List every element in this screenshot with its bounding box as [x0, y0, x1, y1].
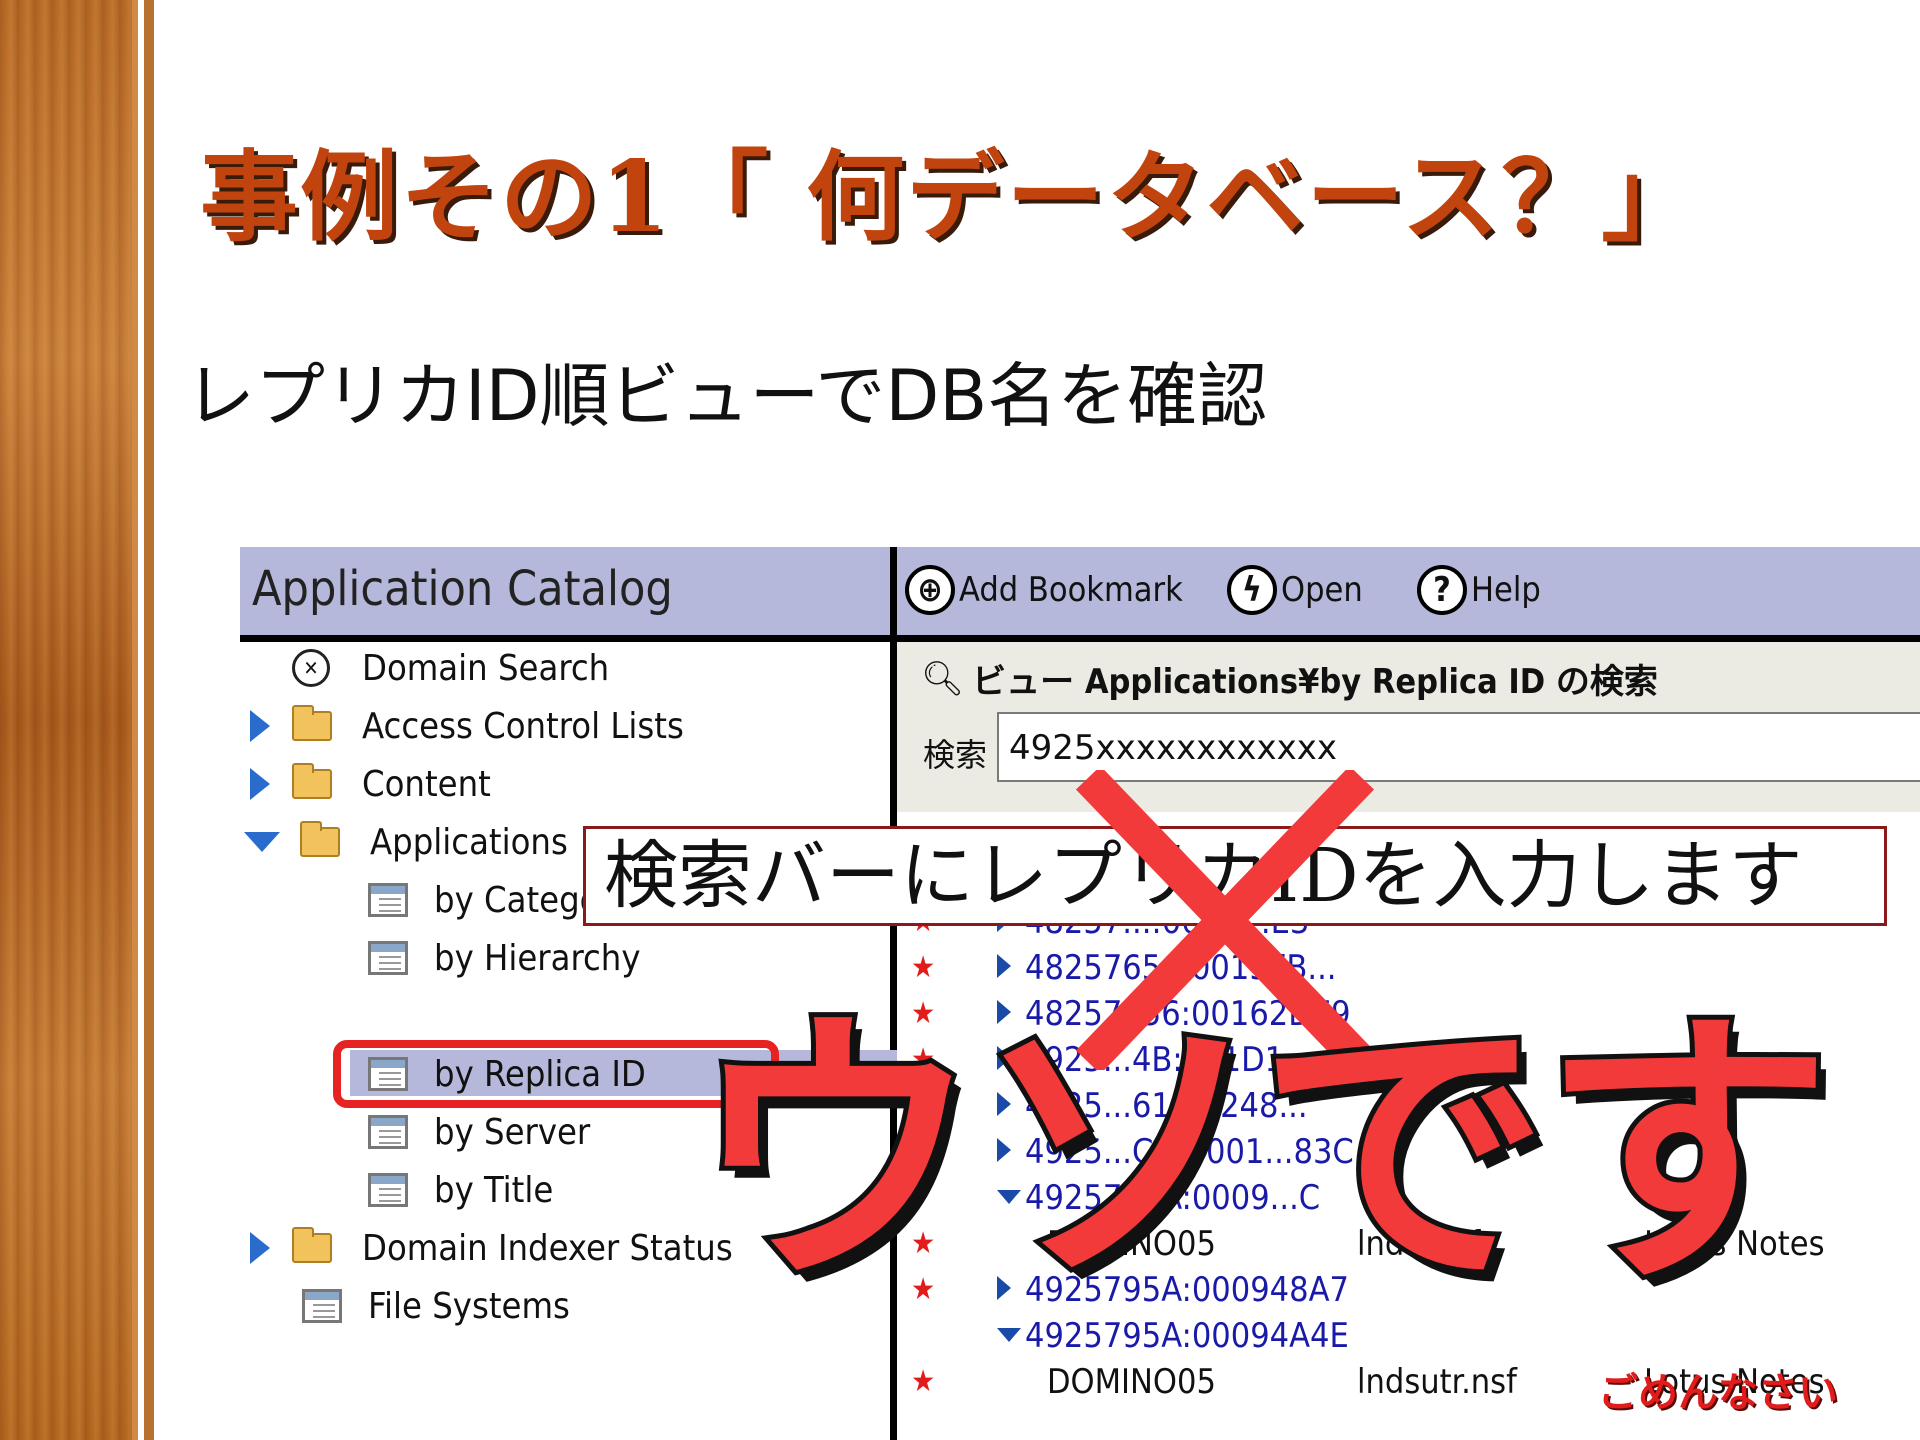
- help-button[interactable]: ? Help: [1417, 561, 1541, 619]
- wood-border: [0, 0, 132, 1440]
- help-label: Help: [1471, 570, 1541, 610]
- folder-icon: [292, 1227, 332, 1263]
- nav-item-domain-indexer-status[interactable]: Domain Indexer Status: [250, 1222, 733, 1274]
- slide-subtitle: レプリカID順ビューでDB名を確認: [185, 355, 1268, 437]
- lightning-icon: ϟ: [1227, 565, 1277, 615]
- search-label: 検索: [923, 736, 988, 774]
- file-name: lndsutr.nsf: [1357, 1362, 1517, 1402]
- view-icon: [368, 1115, 408, 1149]
- catalog-title: Application Catalog: [252, 561, 673, 617]
- server-name: DOMINO05: [1047, 1362, 1216, 1402]
- nav-item-file-systems[interactable]: File Systems: [302, 1280, 570, 1332]
- nav-item-label: by Server: [434, 1111, 591, 1153]
- view-icon: [368, 1173, 408, 1207]
- uso-desu-overlay: ウソです: [685, 986, 1837, 1323]
- nav-item-label: Domain Indexer Status: [362, 1227, 733, 1269]
- catalog-header: Application Catalog: [240, 547, 890, 642]
- twisty-collapsed-icon[interactable]: [250, 1232, 270, 1264]
- twisty-expanded-icon[interactable]: [997, 1328, 1021, 1342]
- apology-text: ごめんなさい: [1598, 1370, 1838, 1416]
- magnifier-icon: 🔍︎: [921, 658, 965, 699]
- slide-title: 事例その1「 何データベース？」: [200, 140, 1702, 255]
- open-label: Open: [1281, 570, 1363, 610]
- nav-item-by-server[interactable]: by Server: [368, 1106, 590, 1158]
- nav-item-label: by Title: [434, 1169, 554, 1211]
- open-button[interactable]: ϟ Open: [1227, 561, 1363, 619]
- search-pane: 🔍︎ ビュー Applications¥by Replica ID の検索 検索…: [897, 642, 1920, 812]
- star-icon: ★: [911, 950, 936, 985]
- add-bookmark-label: Add Bookmark: [959, 570, 1183, 610]
- wood-border-edge: [132, 0, 138, 1440]
- twisty-collapsed-icon[interactable]: [997, 954, 1011, 978]
- add-bookmark-button[interactable]: ⊕ Add Bookmark: [905, 561, 1183, 619]
- help-icon: ?: [1417, 565, 1467, 615]
- search-title: 🔍︎ ビュー Applications¥by Replica ID の検索: [921, 654, 1658, 703]
- nav-item-by-title[interactable]: by Title: [368, 1164, 553, 1216]
- toolbar: ⊕ Add Bookmark ϟ Open ? Help: [897, 547, 1920, 642]
- star-icon: ★: [911, 1364, 936, 1399]
- search-title-text: ビュー Applications¥by Replica ID の検索: [972, 662, 1658, 702]
- wood-border-edge-inner: [144, 0, 154, 1440]
- bookmark-icon: ⊕: [905, 565, 955, 615]
- nav-item-label: File Systems: [368, 1285, 570, 1327]
- view-icon: [302, 1289, 342, 1323]
